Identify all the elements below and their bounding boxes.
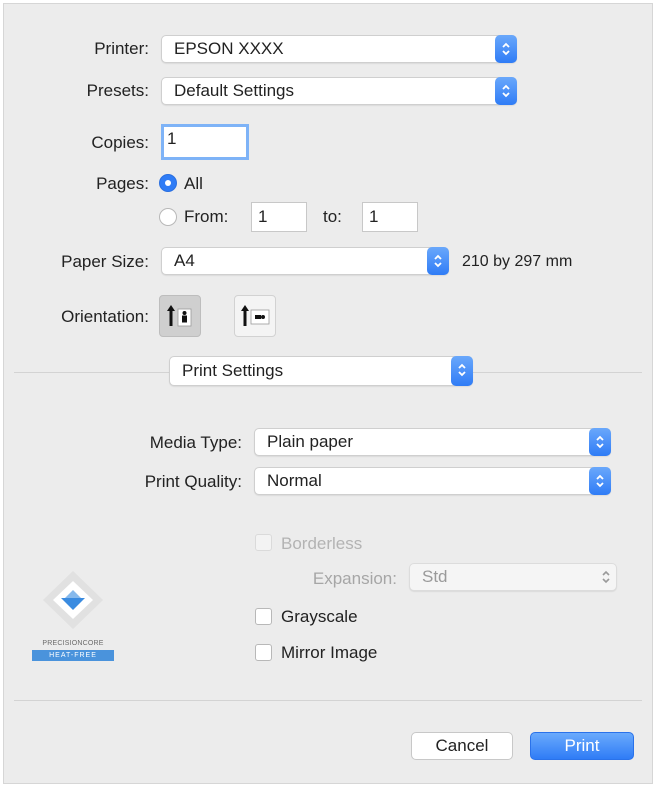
print-quality-label: Print Quality: — [144, 472, 242, 491]
media-type-select[interactable]: Plain paper — [254, 428, 611, 456]
presets-value: Default Settings — [174, 81, 295, 100]
mirror-image-label: Mirror Image — [281, 643, 378, 662]
mirror-image-checkbox[interactable] — [255, 644, 272, 661]
printer-select[interactable]: EPSON XXXX — [161, 35, 517, 63]
paper-size-value: A4 — [174, 251, 195, 270]
grayscale-label: Grayscale — [281, 607, 358, 626]
cancel-button[interactable]: Cancel — [411, 732, 513, 760]
pages-from-field[interactable]: 1 — [251, 202, 307, 232]
portrait-icon — [167, 305, 192, 327]
copies-label: Copies: — [91, 133, 149, 152]
printer-label: Printer: — [94, 39, 149, 58]
paper-size-select[interactable]: A4 — [161, 247, 449, 275]
section-select[interactable]: Print Settings — [169, 356, 473, 386]
copies-field[interactable]: 1 — [161, 124, 249, 160]
pages-to-label: to: — [323, 207, 342, 226]
pages-label: Pages: — [96, 174, 149, 193]
print-dialog: Printer: EPSON XXXX Presets: Default Set… — [3, 3, 653, 784]
logo-text-heat-free: HEAT-FREE — [32, 650, 114, 661]
expansion-label: Expansion: — [312, 569, 397, 588]
media-type-label: Media Type: — [149, 433, 242, 452]
paper-size-dimensions: 210 by 297 mm — [462, 253, 573, 270]
pages-to-field[interactable]: 1 — [362, 202, 418, 232]
landscape-icon — [241, 305, 270, 326]
pages-from-radio[interactable] — [159, 208, 177, 226]
chevron-updown-icon — [595, 563, 617, 591]
media-type-value: Plain paper — [267, 432, 354, 451]
chevron-updown-icon — [495, 77, 517, 105]
chevron-updown-icon — [589, 467, 611, 495]
portrait-orientation-button[interactable] — [159, 295, 201, 337]
grayscale-checkbox[interactable] — [255, 608, 272, 625]
logo-text-precisioncore: PRECISIONCORE — [42, 640, 104, 647]
orientation-label: Orientation: — [61, 307, 149, 326]
paper-size-label: Paper Size: — [61, 252, 149, 271]
pages-all-label: All — [184, 174, 203, 193]
chevron-updown-icon — [427, 247, 449, 275]
expansion-select[interactable]: Std — [409, 563, 617, 591]
pages-from-label: From: — [184, 207, 229, 226]
print-button[interactable]: Print — [530, 732, 634, 760]
presets-select[interactable]: Default Settings — [161, 77, 517, 105]
footer-divider — [14, 700, 642, 701]
chevron-updown-icon — [451, 356, 473, 386]
borderless-checkbox[interactable] — [255, 534, 272, 551]
pages-all-radio[interactable] — [159, 174, 177, 192]
printer-value: EPSON XXXX — [174, 39, 284, 58]
chevron-updown-icon — [495, 35, 517, 63]
chevron-updown-icon — [589, 428, 611, 456]
print-quality-value: Normal — [267, 471, 322, 490]
expansion-value: Std — [422, 567, 448, 586]
borderless-label: Borderless — [281, 534, 363, 553]
presets-label: Presets: — [86, 81, 149, 100]
print-quality-select[interactable]: Normal — [254, 467, 611, 495]
section-value: Print Settings — [182, 361, 284, 380]
precisioncore-logo: PRECISIONCORE HEAT-FREE — [28, 569, 118, 669]
landscape-orientation-button[interactable] — [234, 295, 276, 337]
